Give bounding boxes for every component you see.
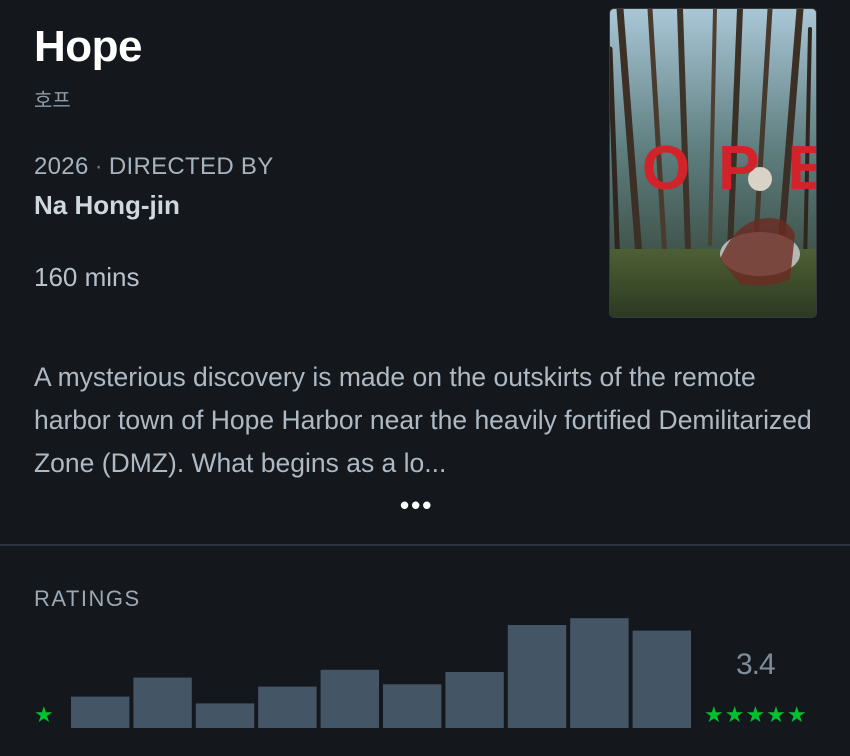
meta-separator: · [94, 153, 103, 180]
synopsis[interactable]: A mysterious discovery is made on the ou… [34, 356, 824, 485]
directed-by-label: DIRECTED BY [108, 153, 274, 180]
director-link[interactable]: Na Hong-jin [34, 190, 180, 221]
rating-bar-5[interactable] [632, 630, 691, 728]
release-year[interactable]: 2026 [34, 153, 89, 180]
rating-bar-2[interactable] [258, 686, 317, 728]
film-title: Hope [34, 22, 143, 71]
low-rating-star-icon: ★ [34, 702, 54, 727]
poster-image[interactable]: HOPE [610, 9, 816, 317]
rating-bar-1.5[interactable] [195, 703, 255, 728]
ratings-heading: RATINGS [34, 586, 141, 611]
average-rating: 3.4 [736, 648, 776, 681]
poster-artwork: HOPE [610, 9, 816, 317]
section-divider [0, 544, 850, 546]
rating-bar-3.5[interactable] [445, 672, 504, 728]
rating-bar-4.5[interactable] [570, 618, 629, 728]
rating-bar-2.5[interactable] [320, 669, 379, 728]
rating-bar-4[interactable] [507, 625, 567, 728]
film-meta: 2026 · DIRECTED BY [34, 153, 274, 181]
rating-bar-1[interactable] [133, 677, 192, 728]
ratings-histogram[interactable] [71, 616, 691, 728]
runtime: 160 mins [34, 262, 140, 292]
original-title: 호프 [34, 90, 71, 112]
poster-title-text: HOPE [610, 134, 816, 203]
more-options-button[interactable]: ••• [400, 490, 433, 521]
rating-bar-0.5[interactable] [71, 696, 130, 728]
high-rating-stars-icon: ★★★★★ [704, 702, 808, 727]
rating-bar-3[interactable] [383, 684, 442, 728]
